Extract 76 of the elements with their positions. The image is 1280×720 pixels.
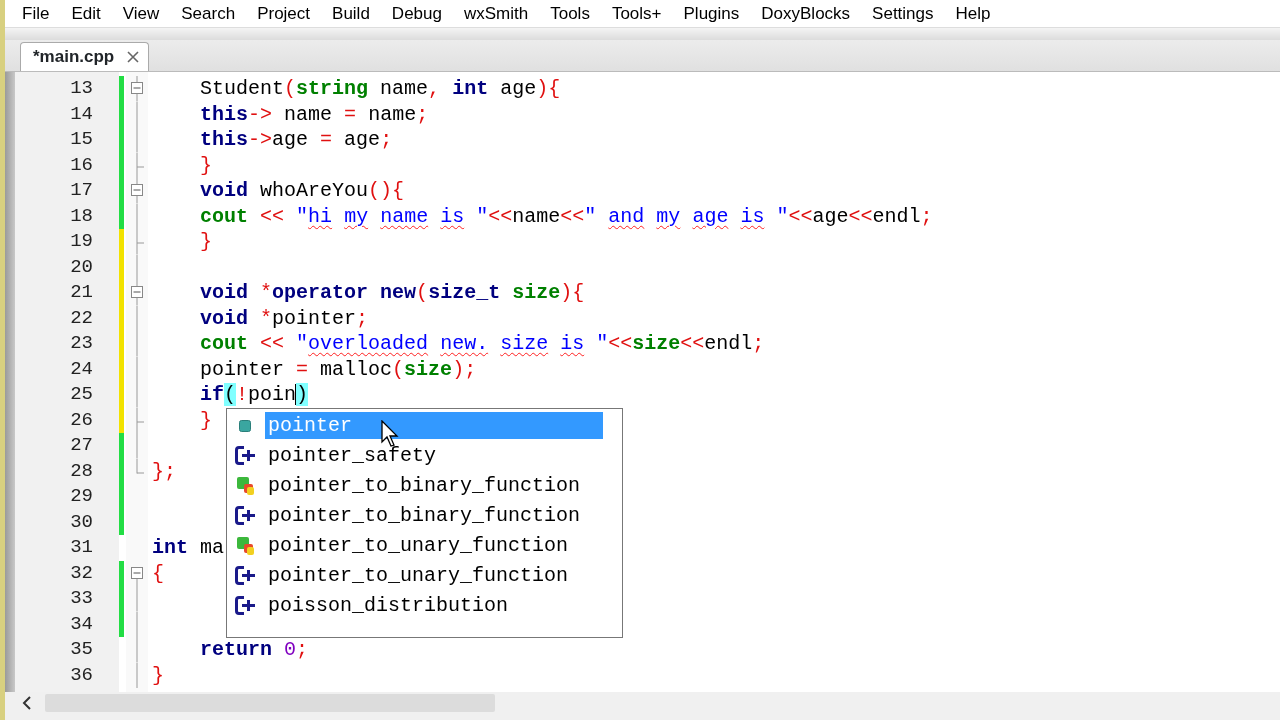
menu-item[interactable]: Search	[170, 0, 247, 27]
code-line: }	[199, 152, 213, 178]
code-line: }	[199, 229, 213, 255]
line-number: 34	[69, 611, 94, 637]
line-number: 30	[69, 509, 94, 535]
completion-item[interactable]: pointer_to_binary_function	[265, 472, 603, 499]
menu-item[interactable]: File	[11, 0, 61, 27]
variable-icon	[239, 419, 251, 432]
line-number: 35	[69, 637, 94, 662]
cubes-icon	[236, 536, 254, 555]
menu-item[interactable]: Tools	[539, 0, 601, 27]
line-number: 19	[69, 229, 94, 254]
code-line: pointer = malloc(size);	[199, 356, 477, 382]
menu-item[interactable]: Help	[944, 0, 1002, 27]
code-line: if(!poin)	[199, 382, 309, 408]
menu-item[interactable]: Debug	[380, 0, 453, 27]
mouse-pointer-icon	[381, 419, 401, 448]
menu-item[interactable]: View	[111, 0, 171, 27]
menu-item[interactable]: Edit	[60, 0, 112, 27]
code-line: void *operator new(size_t size){	[199, 280, 585, 306]
line-number: 31	[69, 535, 94, 560]
line-number: 32	[69, 560, 94, 586]
cubes-icon	[236, 476, 254, 495]
file-tab[interactable]: *main.cpp	[20, 42, 150, 71]
code-line: };	[152, 458, 176, 484]
completion-item[interactable]: pointer_to_unary_function	[265, 562, 603, 589]
line-number: 15	[69, 127, 94, 152]
class-icon	[234, 446, 256, 465]
line-number: 20	[69, 254, 94, 280]
class-icon	[234, 506, 256, 525]
horizontal-scrollbar[interactable]	[5, 692, 1280, 720]
line-number: 16	[69, 152, 94, 178]
code-line: void *pointer;	[199, 305, 369, 331]
line-number: 13	[69, 76, 94, 101]
code-line: int ma	[152, 535, 225, 561]
menu-item[interactable]: Build	[321, 0, 381, 27]
line-number: 29	[69, 484, 94, 509]
code-line: return 0;	[199, 637, 309, 663]
menu-item[interactable]: Project	[246, 0, 322, 27]
code-line: this-> name = name;	[199, 101, 429, 127]
code-line: {	[152, 560, 164, 586]
line-number: 21	[69, 280, 94, 305]
code-line: Student(string name, int age){	[199, 76, 561, 102]
line-number: 17	[69, 178, 94, 203]
code-line: void whoAreYou(){	[199, 178, 405, 204]
code-line: cout << "hi my name is "<<name<<" and my age is "<<age<<endl;	[199, 203, 933, 229]
collapse-icon[interactable]	[131, 178, 143, 204]
code-line: }	[199, 407, 213, 433]
code-line: cout << "overloaded new. size is "<<size<<endl;	[199, 331, 765, 357]
menu-item[interactable]: Tools+	[600, 0, 673, 27]
class-icon	[234, 596, 256, 615]
menu-item[interactable]: DoxyBlocks	[750, 0, 862, 27]
line-number: 26	[69, 407, 94, 433]
line-number: 14	[69, 101, 94, 127]
class-icon	[234, 566, 256, 585]
line-number: 23	[69, 331, 94, 356]
menu-item[interactable]: wxSmith	[452, 0, 540, 27]
code-line: this->age = age;	[199, 127, 393, 153]
line-number: 36	[69, 662, 94, 688]
line-number: 18	[69, 203, 94, 229]
collapse-icon[interactable]	[131, 76, 143, 102]
collapse-icon[interactable]	[131, 280, 143, 306]
completion-item[interactable]: pointer_to_binary_function	[265, 502, 603, 529]
line-number: 28	[69, 458, 94, 484]
line-number: 25	[69, 382, 94, 407]
completion-item[interactable]: pointer_safety	[265, 442, 603, 469]
line-number: 33	[69, 586, 94, 611]
line-number: 27	[69, 433, 94, 458]
completion-item[interactable]: poisson_distribution	[265, 592, 603, 619]
code-line: }	[152, 662, 164, 688]
menu-item[interactable]: Settings	[861, 0, 945, 27]
close-icon[interactable]	[126, 50, 141, 64]
line-number: 24	[69, 356, 94, 382]
menu-item[interactable]: Plugins	[672, 0, 751, 27]
completion-item[interactable]: pointer_to_unary_function	[265, 532, 603, 559]
line-number: 22	[69, 305, 94, 331]
